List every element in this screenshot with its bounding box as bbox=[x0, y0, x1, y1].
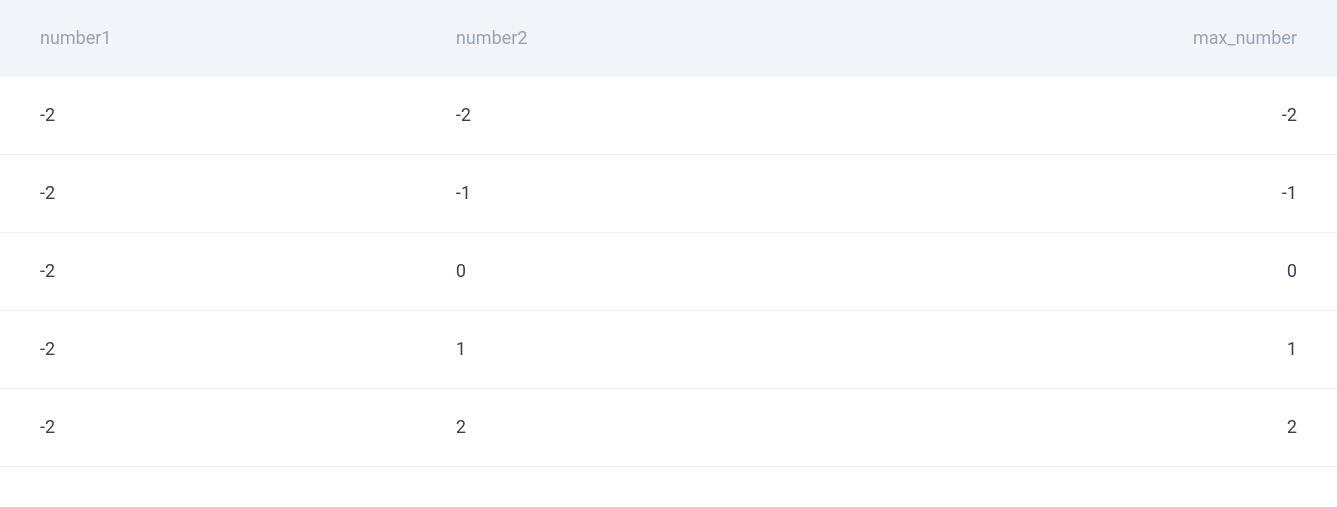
cell-max-number: 2 bbox=[832, 389, 1337, 467]
cell-number1: -2 bbox=[0, 311, 416, 389]
cell-number1: -2 bbox=[0, 155, 416, 233]
column-header-max-number: max_number bbox=[832, 0, 1337, 77]
table-row: -2 -1 -1 bbox=[0, 155, 1337, 233]
cell-number2: 2 bbox=[416, 389, 832, 467]
table-row: -2 -2 -2 bbox=[0, 77, 1337, 155]
cell-number2: -2 bbox=[416, 77, 832, 155]
column-header-number1: number1 bbox=[0, 0, 416, 77]
table-row: -2 1 1 bbox=[0, 311, 1337, 389]
cell-max-number: 0 bbox=[832, 233, 1337, 311]
cell-number1: -2 bbox=[0, 233, 416, 311]
table-row: -2 2 2 bbox=[0, 389, 1337, 467]
cell-number2: -1 bbox=[416, 155, 832, 233]
cell-max-number: -2 bbox=[832, 77, 1337, 155]
cell-max-number: -1 bbox=[832, 155, 1337, 233]
cell-number2: 0 bbox=[416, 233, 832, 311]
cell-number2: 1 bbox=[416, 311, 832, 389]
cell-max-number: 1 bbox=[832, 311, 1337, 389]
table-row: -2 0 0 bbox=[0, 233, 1337, 311]
cell-number1: -2 bbox=[0, 77, 416, 155]
column-header-number2: number2 bbox=[416, 0, 832, 77]
table-header-row: number1 number2 max_number bbox=[0, 0, 1337, 77]
data-table: number1 number2 max_number -2 -2 -2 -2 -… bbox=[0, 0, 1337, 467]
cell-number1: -2 bbox=[0, 389, 416, 467]
